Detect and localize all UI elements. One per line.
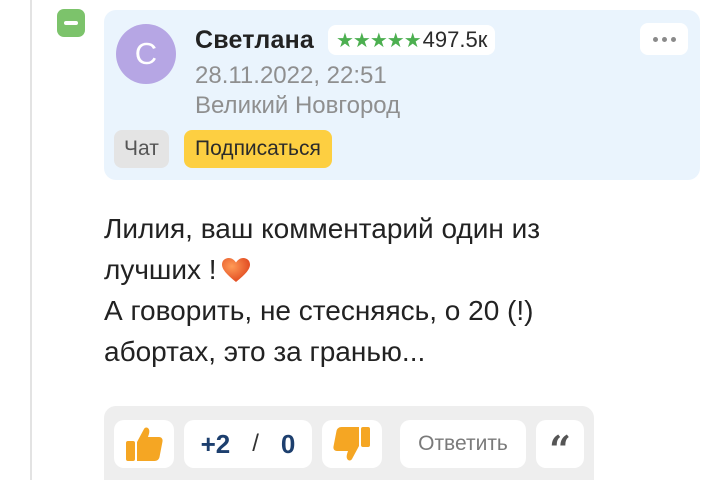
comment-line: абортах, это за гранью...: [104, 336, 426, 367]
minus-icon: [64, 21, 78, 25]
heart-icon: [221, 258, 250, 282]
score-display: +2 / 0: [184, 420, 312, 468]
rating-badge: ★★★★★ 497.5к: [328, 25, 496, 55]
avatar[interactable]: С: [116, 24, 176, 84]
post-date: 28.11.2022, 22:51: [195, 62, 387, 89]
score-separator: /: [252, 430, 259, 457]
score-plus: +2: [200, 428, 231, 459]
comment-line: А говорить, не стесняясь, о 20 (!): [104, 295, 534, 326]
collapse-thread-button[interactable]: [57, 9, 85, 37]
chat-button[interactable]: Чат: [114, 130, 169, 168]
like-button[interactable]: [114, 420, 174, 468]
thumbs-up-icon: [126, 427, 163, 461]
comment-body: Лилия, ваш комментарий один из лучших ! …: [104, 208, 694, 372]
comment-line: лучших !: [104, 254, 217, 285]
author-card: С Светлана ★★★★★ 497.5к 28.11.2022, 22:5…: [104, 10, 700, 180]
rating-count: 497.5к: [422, 27, 488, 52]
comment-line: Лилия, ваш комментарий один из: [104, 213, 541, 244]
dot-icon: [670, 36, 676, 42]
author-name[interactable]: Светлана: [195, 26, 314, 55]
thread-line: [30, 0, 32, 480]
comment-actions-bar: +2 / 0 Ответить “: [104, 406, 594, 480]
comment-line-with-heart: лучших !: [104, 249, 694, 290]
reply-button[interactable]: Ответить: [400, 420, 526, 468]
dot-icon: [652, 36, 658, 42]
quote-button[interactable]: “: [536, 420, 584, 472]
subscribe-button[interactable]: Подписаться: [184, 130, 332, 168]
thumbs-down-icon: [333, 427, 370, 461]
avatar-letter: С: [134, 36, 158, 71]
rating-stars-icon: ★★★★★: [336, 29, 422, 52]
score-minus: 0: [280, 428, 296, 459]
more-options-button[interactable]: [640, 23, 688, 55]
quote-icon: “: [549, 427, 571, 472]
dot-icon: [661, 36, 667, 42]
post-location: Великий Новгород: [195, 92, 401, 119]
dislike-button[interactable]: [322, 420, 382, 468]
